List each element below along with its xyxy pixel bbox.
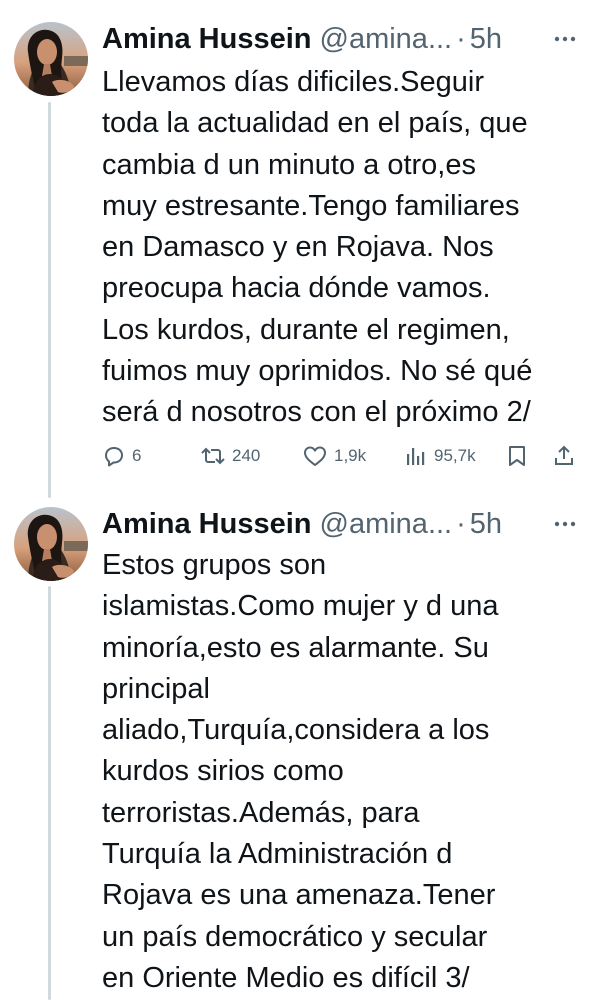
separator-dot: · — [456, 22, 466, 55]
more-options-button[interactable] — [554, 22, 576, 56]
retweet-icon — [201, 447, 225, 465]
like-button[interactable]: 1,9k — [302, 440, 366, 472]
tweet-text-line: muy estresante.Tengo familiares — [102, 189, 520, 222]
heart-icon — [304, 446, 326, 466]
tweet-text-line: en Damasco y en Rojava. Nos — [102, 231, 494, 264]
author-handle[interactable]: @amina — [320, 508, 428, 541]
tweet-header: Amina Hussein @amina ... · 5h — [102, 507, 578, 541]
more-options-button[interactable] — [554, 507, 576, 541]
handle-truncation: ... — [427, 22, 453, 55]
tweet-text-line: islamistas.Como mujer y d una — [102, 590, 499, 623]
tweet-text-line: un país democrático y secular — [102, 920, 488, 953]
reply-count: 6 — [132, 446, 142, 465]
views-analytics-icon — [407, 448, 425, 465]
retweet-count: 240 — [232, 446, 261, 465]
avatar[interactable] — [14, 507, 88, 581]
tweet-text-line: Llevamos días dificiles.Seguir — [102, 66, 485, 98]
bookmark-button[interactable] — [506, 440, 528, 472]
timestamp[interactable]: 5h — [470, 23, 502, 56]
avatar[interactable] — [14, 22, 88, 96]
tweet-text-line: Estos grupos son — [102, 549, 327, 581]
tweet-text-line: toda la actualidad en el país, que — [102, 107, 528, 140]
tweet-text-line: preocupa hacia dónde vamos. — [102, 272, 491, 305]
tweet-text-line: Los kurdos, durante el regimen, — [102, 313, 510, 346]
tweet-text-line: kurdos sirios como — [102, 755, 344, 788]
tweet-text-line: aliado,Turquía,considera a los — [102, 714, 490, 747]
handle-truncation: ... — [427, 507, 453, 540]
tweet-text-line: Rojava es una amenaza.Tener — [102, 879, 496, 912]
author-handle[interactable]: @amina — [320, 23, 428, 56]
author-name[interactable]: Amina Hussein — [102, 508, 312, 541]
reply-icon — [105, 447, 123, 467]
tweet-text: Llevamos días dificiles.Seguir toda la a… — [102, 62, 584, 434]
tweet-text-line: fuimos muy oprimidos. No sé qué — [102, 355, 533, 388]
tweet-text-line: principal — [102, 672, 210, 705]
tweet[interactable]: Amina Hussein @amina ... · 5h Llevamos d… — [0, 0, 592, 500]
views-count: 95,7k — [434, 446, 476, 465]
views-button[interactable]: 95,7k — [404, 440, 476, 472]
author-name[interactable]: Amina Hussein — [102, 23, 312, 56]
retweet-button[interactable]: 240 — [200, 440, 260, 472]
profile-photo-icon — [14, 22, 88, 96]
tweet-text-line: minoría,esto es alarmante. Su — [102, 631, 489, 664]
tweet[interactable]: Amina Hussein @amina ... · 5h Estos grup… — [0, 505, 592, 1000]
more-horizontal-icon — [554, 521, 576, 527]
profile-photo-icon — [14, 507, 88, 581]
reply-button[interactable]: 6 — [102, 440, 141, 472]
tweet-text-line: cambia d un minuto a otro,es — [102, 148, 476, 181]
more-horizontal-icon — [554, 36, 576, 42]
tweet-text-line: en Oriente Medio es difícil 3/ — [102, 961, 470, 994]
tweet-header: Amina Hussein @amina ... · 5h — [102, 22, 578, 56]
separator-dot: · — [456, 507, 466, 540]
bookmark-icon — [509, 446, 525, 466]
timestamp[interactable]: 5h — [470, 508, 502, 541]
share-icon — [555, 445, 573, 465]
tweet-text-line: terroristas.Además, para — [102, 796, 420, 829]
like-count: 1,9k — [334, 446, 367, 465]
tweet-actions-bar: 6 240 1,9k 95,7k — [102, 440, 576, 472]
tweet-text: Estos grupos son islamistas.Como mujer y… — [102, 545, 584, 999]
tweet-text-line: Turquía la Administración d — [102, 838, 453, 871]
tweet-text-line: será d nosotros con el próximo 2/ — [102, 396, 531, 429]
share-button[interactable] — [552, 440, 576, 472]
